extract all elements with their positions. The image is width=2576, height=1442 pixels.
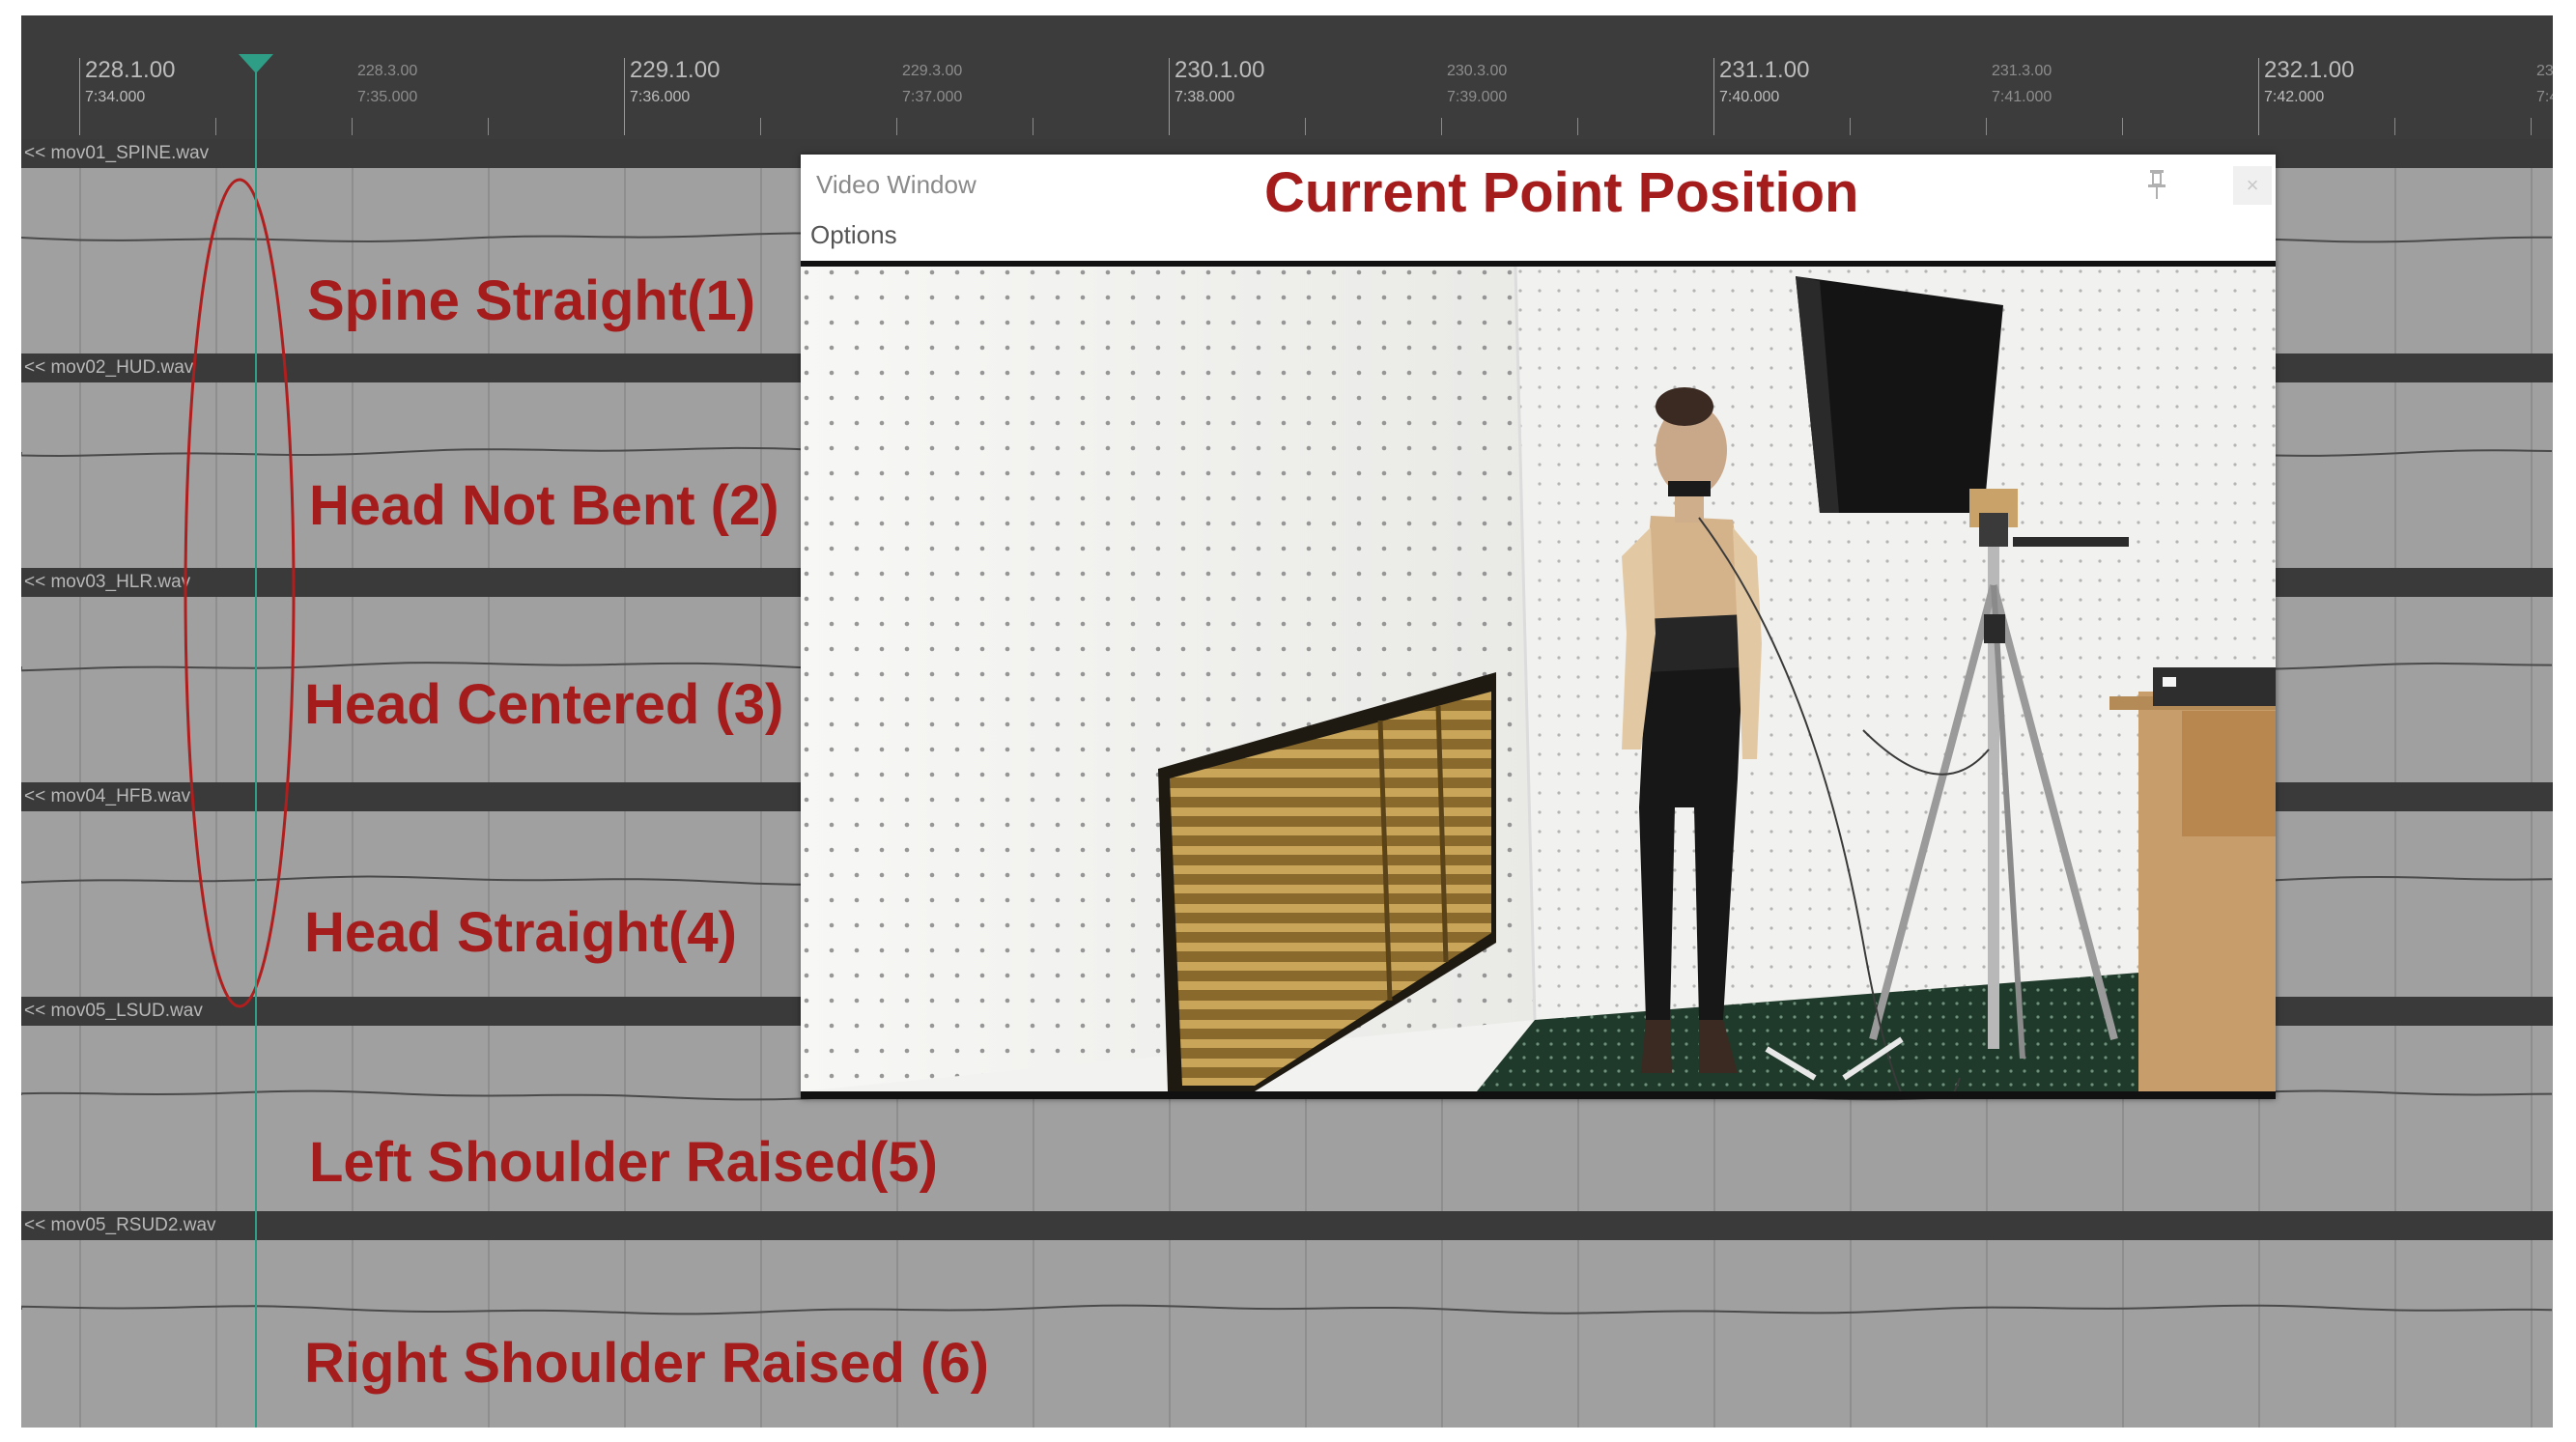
- video-window[interactable]: Video Window Options Current Point Posit…: [801, 155, 2276, 1099]
- annotation-label: Head Centered (3): [304, 673, 784, 736]
- video-frame-image: [801, 267, 2276, 1091]
- annotation-label: Left Shoulder Raised(5): [309, 1131, 938, 1194]
- playhead-marker-icon[interactable]: [239, 54, 273, 73]
- playhead-line[interactable]: [255, 54, 257, 1428]
- current-point-position-heading: Current Point Position: [1264, 161, 1859, 224]
- annotation-label: Spine Straight(1): [307, 269, 756, 332]
- options-menu[interactable]: Options: [810, 220, 897, 249]
- close-icon[interactable]: ×: [2233, 166, 2272, 205]
- pin-icon[interactable]: [2145, 168, 2168, 201]
- annotation-label: Head Straight(4): [304, 901, 737, 964]
- annotation-label: Right Shoulder Raised (6): [304, 1332, 989, 1395]
- video-window-title: Video Window: [816, 170, 977, 199]
- annotation-label: Head Not Bent (2): [309, 474, 779, 537]
- track-waveform: [21, 1304, 2553, 1315]
- video-frame[interactable]: [801, 261, 2276, 1099]
- highlight-ellipse: [184, 178, 296, 1008]
